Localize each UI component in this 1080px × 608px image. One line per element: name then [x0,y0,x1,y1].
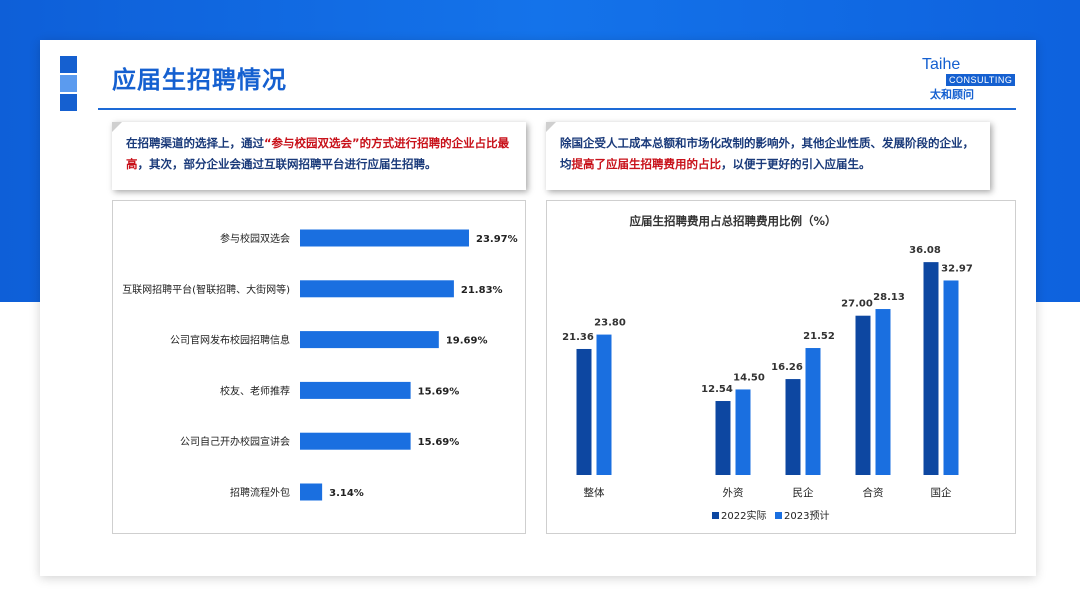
cost-bar [576,348,592,475]
page-title: 应届生招聘情况 [112,66,287,94]
bar-value-label: 19.69% [446,336,488,347]
callout-right: 除国企受人工成本总额和市场化改制的影响外，其他企业性质、发展阶段的企业，均提高了… [546,122,990,190]
category-label: 公司官网发布校园招聘信息 [170,334,290,347]
company-logo: Taihe CONSULTING 太和顾问 [922,56,1016,101]
category-label: 招聘流程外包 [230,486,290,499]
callout-right-text-end: ，以便于更好的引入应届生。 [721,157,871,171]
cost-chart-panel: 应届生招聘费用占总招聘费用比例（%） 21.36 23.80 整体 12.54 14.50… [546,200,1016,534]
bar-value-label: 21.36 [562,332,594,343]
callout-left-text: 在招聘渠道的选择上，通过 [126,136,264,150]
legend-swatch [712,512,719,519]
cost-bar [735,389,751,475]
channel-bar [300,381,411,399]
bar-value-label: 14.50 [733,372,765,383]
category-label: 校友、老师推荐 [220,384,290,397]
bar-value-label: 28.13 [873,292,905,303]
decor-square [60,94,77,111]
cost-bar [875,309,891,475]
cost-bar [943,280,959,475]
legend-swatch [775,512,782,519]
callout-left-text-end: ，其次，部分企业会通过互联网招聘平台进行应届生招聘。 [137,157,437,171]
bar-value-label: 15.69% [418,386,460,397]
bar-value-label: 23.97% [476,234,518,245]
logo-sub: CONSULTING [946,74,1016,86]
category-label: 互联网招聘平台(智联招聘、大街网等) [122,283,290,296]
bar-value-label: 23.80 [594,318,626,329]
category-tick-label: 整体 [584,486,605,499]
cost-bar [855,315,871,475]
bar-value-label: 12.54 [701,384,733,395]
channel-bar [300,229,469,247]
bar-value-label: 21.52 [803,331,835,342]
cost-bar [805,348,821,475]
decor-square [60,75,77,92]
category-label: 公司自己开办校园宣讲会 [180,435,290,448]
callout-right-highlight: 提高了应届生招聘费用的占比 [571,157,722,171]
channel-bar [300,483,323,501]
channel-bar [300,432,411,450]
cost-bar [715,401,731,475]
legend-label: 2022实际 [721,509,766,522]
category-tick-label: 国企 [931,486,952,499]
logo-cn: 太和顾问 [930,88,974,101]
bar-value-label: 36.08 [909,245,941,256]
category-tick-label: 民企 [793,486,814,499]
bar-value-label: 32.97 [941,263,973,274]
bar-value-label: 27.00 [841,299,873,310]
chart-title: 应届生招聘费用占总招聘费用比例（%） [629,214,836,228]
cost-bar-chart: 应届生招聘费用占总招聘费用比例（%） 21.3623.80 整体 12.5414.50… [562,214,973,522]
cost-bar [596,334,612,475]
bar-value-label: 15.69% [418,437,460,448]
channel-chart-panel: 参与校园双选会 23.97% 互联网招聘平台(智联招聘、大街网等) 21.83% 公司官… [112,200,526,534]
logo-brand: Taihe [922,56,961,73]
channel-bar [300,331,439,349]
title-underline [98,108,1016,110]
channel-bar-chart: 参与校园双选会 23.97% 互联网招聘平台(智联招聘、大街网等) 21.83% 公司官… [122,229,518,501]
category-tick-label: 外资 [723,487,744,499]
bar-value-label: 3.14% [329,488,364,499]
category-label: 参与校园双选会 [220,232,290,245]
category-tick-label: 合资 [863,486,884,499]
callout-left: 在招聘渠道的选择上，通过“参与校园双选会”的方式进行招聘的企业占比最高，其次，部… [112,122,526,190]
cost-bar [785,379,801,475]
bar-value-label: 21.83% [461,285,503,296]
legend-label: 2023预计 [784,509,829,522]
channel-bar [300,280,454,298]
cost-bar [923,262,939,475]
bar-value-label: 16.26 [771,362,803,373]
decor-square [60,56,77,73]
